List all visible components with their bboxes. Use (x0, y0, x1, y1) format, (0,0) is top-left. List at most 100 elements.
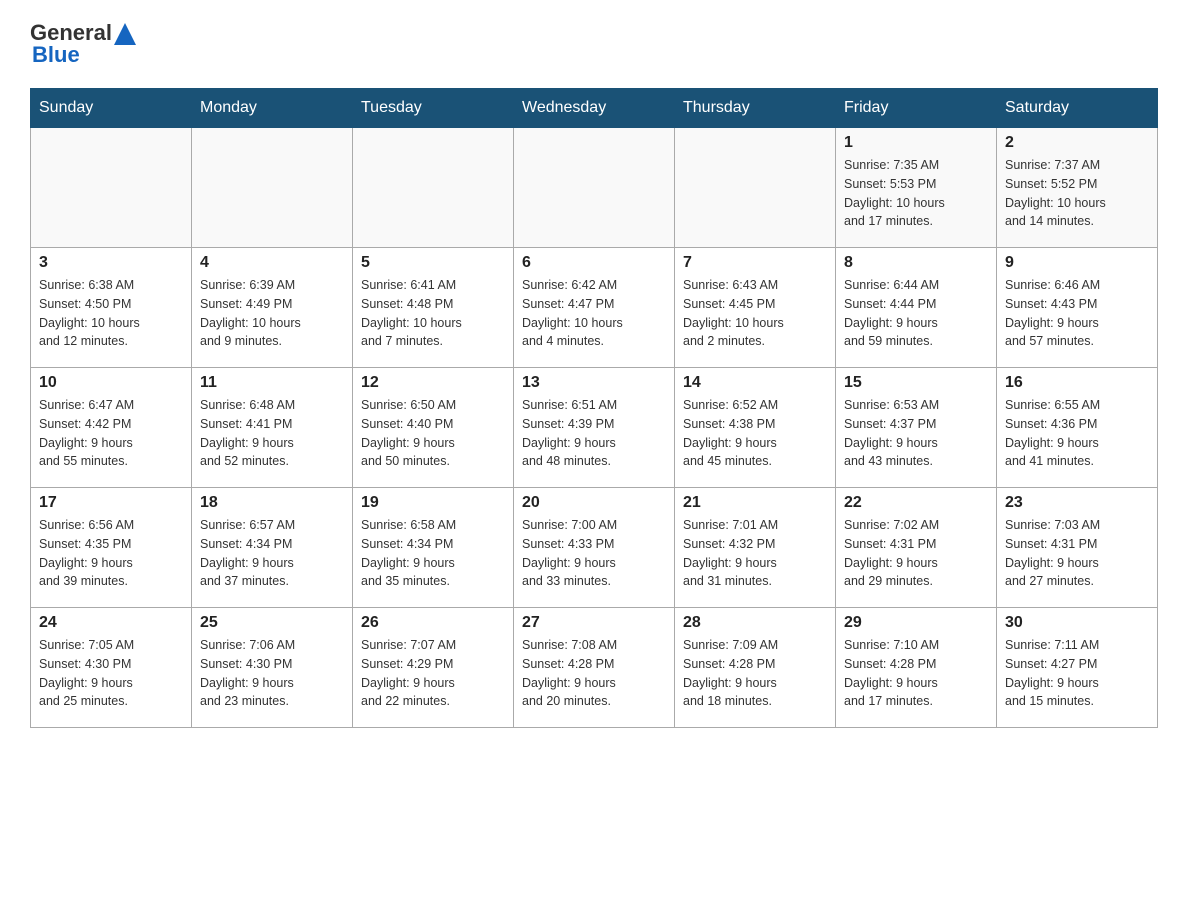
day-info: Sunrise: 6:52 AM Sunset: 4:38 PM Dayligh… (683, 396, 827, 471)
day-info: Sunrise: 7:01 AM Sunset: 4:32 PM Dayligh… (683, 516, 827, 591)
day-info: Sunrise: 7:08 AM Sunset: 4:28 PM Dayligh… (522, 636, 666, 711)
day-info: Sunrise: 6:44 AM Sunset: 4:44 PM Dayligh… (844, 276, 988, 351)
day-number: 4 (200, 254, 344, 272)
day-number: 18 (200, 494, 344, 512)
day-number: 21 (683, 494, 827, 512)
day-number: 23 (1005, 494, 1149, 512)
day-info: Sunrise: 6:39 AM Sunset: 4:49 PM Dayligh… (200, 276, 344, 351)
calendar-cell: 11 Sunrise: 6:48 AM Sunset: 4:41 PM Dayli… (192, 368, 353, 488)
day-number: 29 (844, 614, 988, 632)
day-number: 12 (361, 374, 505, 392)
day-number: 24 (39, 614, 183, 632)
calendar-cell: 10 Sunrise: 6:47 AM Sunset: 4:42 PM Dayli… (31, 368, 192, 488)
day-info: Sunrise: 7:05 AM Sunset: 4:30 PM Dayligh… (39, 636, 183, 711)
column-header-sunday: Sunday (31, 89, 192, 128)
calendar-cell: 15 Sunrise: 6:53 AM Sunset: 4:37 PM Dayli… (836, 368, 997, 488)
calendar-cell: 16 Sunrise: 6:55 AM Sunset: 4:36 PM Dayli… (997, 368, 1158, 488)
day-number: 28 (683, 614, 827, 632)
calendar-cell: 1 Sunrise: 7:35 AM Sunset: 5:53 PM Daylig… (836, 128, 997, 248)
day-number: 16 (1005, 374, 1149, 392)
calendar-cell: 7Sunrise: 6:43 AM Sunset: 4:45 PM Daylig… (675, 248, 836, 368)
day-number: 30 (1005, 614, 1149, 632)
calendar-cell: 3 Sunrise: 6:38 AM Sunset: 4:50 PM Daylig… (31, 248, 192, 368)
calendar-cell: 8 Sunrise: 6:44 AM Sunset: 4:44 PM Daylig… (836, 248, 997, 368)
calendar-cell (514, 128, 675, 248)
calendar-cell (675, 128, 836, 248)
calendar-cell: 30 Sunrise: 7:11 AM Sunset: 4:27 PM Dayli… (997, 608, 1158, 728)
day-info: Sunrise: 6:57 AM Sunset: 4:34 PM Dayligh… (200, 516, 344, 591)
day-info: Sunrise: 6:48 AM Sunset: 4:41 PM Dayligh… (200, 396, 344, 471)
calendar-cell: 5 Sunrise: 6:41 AM Sunset: 4:48 PM Daylig… (353, 248, 514, 368)
day-info: Sunrise: 6:38 AM Sunset: 4:50 PM Dayligh… (39, 276, 183, 351)
day-info: Sunrise: 7:11 AM Sunset: 4:27 PM Dayligh… (1005, 636, 1149, 711)
day-info: Sunrise: 6:56 AM Sunset: 4:35 PM Dayligh… (39, 516, 183, 591)
calendar-week-row: 1 Sunrise: 7:35 AM Sunset: 5:53 PM Daylig… (31, 128, 1158, 248)
column-header-friday: Friday (836, 89, 997, 128)
day-info: Sunrise: 7:03 AM Sunset: 4:31 PM Dayligh… (1005, 516, 1149, 591)
day-info: Sunrise: 7:02 AM Sunset: 4:31 PM Dayligh… (844, 516, 988, 591)
calendar-cell: 18 Sunrise: 6:57 AM Sunset: 4:34 PM Dayli… (192, 488, 353, 608)
calendar-cell: 23 Sunrise: 7:03 AM Sunset: 4:31 PM Dayli… (997, 488, 1158, 608)
calendar-cell: 9Sunrise: 6:46 AM Sunset: 4:43 PM Daylig… (997, 248, 1158, 368)
calendar-cell: 22 Sunrise: 7:02 AM Sunset: 4:31 PM Dayli… (836, 488, 997, 608)
calendar-table: SundayMondayTuesdayWednesdayThursdayFrid… (30, 88, 1158, 728)
calendar-cell: 27 Sunrise: 7:08 AM Sunset: 4:28 PM Dayli… (514, 608, 675, 728)
column-header-tuesday: Tuesday (353, 89, 514, 128)
day-number: 5 (361, 254, 505, 272)
day-number: 11 (200, 374, 344, 392)
day-info: Sunrise: 6:55 AM Sunset: 4:36 PM Dayligh… (1005, 396, 1149, 471)
calendar-cell: 28 Sunrise: 7:09 AM Sunset: 4:28 PM Dayli… (675, 608, 836, 728)
day-info: Sunrise: 6:46 AM Sunset: 4:43 PM Dayligh… (1005, 276, 1149, 351)
day-info: Sunrise: 6:50 AM Sunset: 4:40 PM Dayligh… (361, 396, 505, 471)
day-number: 15 (844, 374, 988, 392)
day-number: 13 (522, 374, 666, 392)
logo-blue-text: Blue (32, 42, 80, 68)
calendar-cell: 29 Sunrise: 7:10 AM Sunset: 4:28 PM Dayli… (836, 608, 997, 728)
day-info: Sunrise: 7:07 AM Sunset: 4:29 PM Dayligh… (361, 636, 505, 711)
day-number: 27 (522, 614, 666, 632)
calendar-cell (353, 128, 514, 248)
day-number: 10 (39, 374, 183, 392)
day-info: Sunrise: 6:41 AM Sunset: 4:48 PM Dayligh… (361, 276, 505, 351)
day-info: Sunrise: 6:43 AM Sunset: 4:45 PM Dayligh… (683, 276, 827, 351)
calendar-week-row: 17Sunrise: 6:56 AM Sunset: 4:35 PM Dayli… (31, 488, 1158, 608)
calendar-cell: 20 Sunrise: 7:00 AM Sunset: 4:33 PM Dayli… (514, 488, 675, 608)
column-header-thursday: Thursday (675, 89, 836, 128)
logo: General Blue (30, 20, 136, 68)
calendar-cell: 25 Sunrise: 7:06 AM Sunset: 4:30 PM Dayli… (192, 608, 353, 728)
day-number: 25 (200, 614, 344, 632)
calendar-cell (192, 128, 353, 248)
day-info: Sunrise: 6:53 AM Sunset: 4:37 PM Dayligh… (844, 396, 988, 471)
day-number: 2 (1005, 134, 1149, 152)
calendar-cell: 4 Sunrise: 6:39 AM Sunset: 4:49 PM Daylig… (192, 248, 353, 368)
day-info: Sunrise: 7:06 AM Sunset: 4:30 PM Dayligh… (200, 636, 344, 711)
calendar-cell: 2 Sunrise: 7:37 AM Sunset: 5:52 PM Daylig… (997, 128, 1158, 248)
day-number: 3 (39, 254, 183, 272)
day-info: Sunrise: 7:37 AM Sunset: 5:52 PM Dayligh… (1005, 156, 1149, 231)
logo-triangle-icon (114, 23, 136, 45)
calendar-cell: 12 Sunrise: 6:50 AM Sunset: 4:40 PM Dayli… (353, 368, 514, 488)
calendar-week-row: 3 Sunrise: 6:38 AM Sunset: 4:50 PM Daylig… (31, 248, 1158, 368)
day-number: 6 (522, 254, 666, 272)
calendar-cell: 17Sunrise: 6:56 AM Sunset: 4:35 PM Dayli… (31, 488, 192, 608)
day-number: 8 (844, 254, 988, 272)
calendar-week-row: 24 Sunrise: 7:05 AM Sunset: 4:30 PM Dayli… (31, 608, 1158, 728)
day-number: 22 (844, 494, 988, 512)
day-info: Sunrise: 6:42 AM Sunset: 4:47 PM Dayligh… (522, 276, 666, 351)
day-number: 26 (361, 614, 505, 632)
calendar-week-row: 10 Sunrise: 6:47 AM Sunset: 4:42 PM Dayli… (31, 368, 1158, 488)
day-info: Sunrise: 6:51 AM Sunset: 4:39 PM Dayligh… (522, 396, 666, 471)
day-number: 1 (844, 134, 988, 152)
day-info: Sunrise: 7:10 AM Sunset: 4:28 PM Dayligh… (844, 636, 988, 711)
day-info: Sunrise: 7:09 AM Sunset: 4:28 PM Dayligh… (683, 636, 827, 711)
calendar-cell (31, 128, 192, 248)
page-header: General Blue (30, 20, 1158, 68)
calendar-cell: 24 Sunrise: 7:05 AM Sunset: 4:30 PM Dayli… (31, 608, 192, 728)
day-info: Sunrise: 6:47 AM Sunset: 4:42 PM Dayligh… (39, 396, 183, 471)
day-info: Sunrise: 7:35 AM Sunset: 5:53 PM Dayligh… (844, 156, 988, 231)
column-header-monday: Monday (192, 89, 353, 128)
day-number: 20 (522, 494, 666, 512)
day-info: Sunrise: 7:00 AM Sunset: 4:33 PM Dayligh… (522, 516, 666, 591)
calendar-cell: 21 Sunrise: 7:01 AM Sunset: 4:32 PM Dayli… (675, 488, 836, 608)
calendar-header-row: SundayMondayTuesdayWednesdayThursdayFrid… (31, 89, 1158, 128)
